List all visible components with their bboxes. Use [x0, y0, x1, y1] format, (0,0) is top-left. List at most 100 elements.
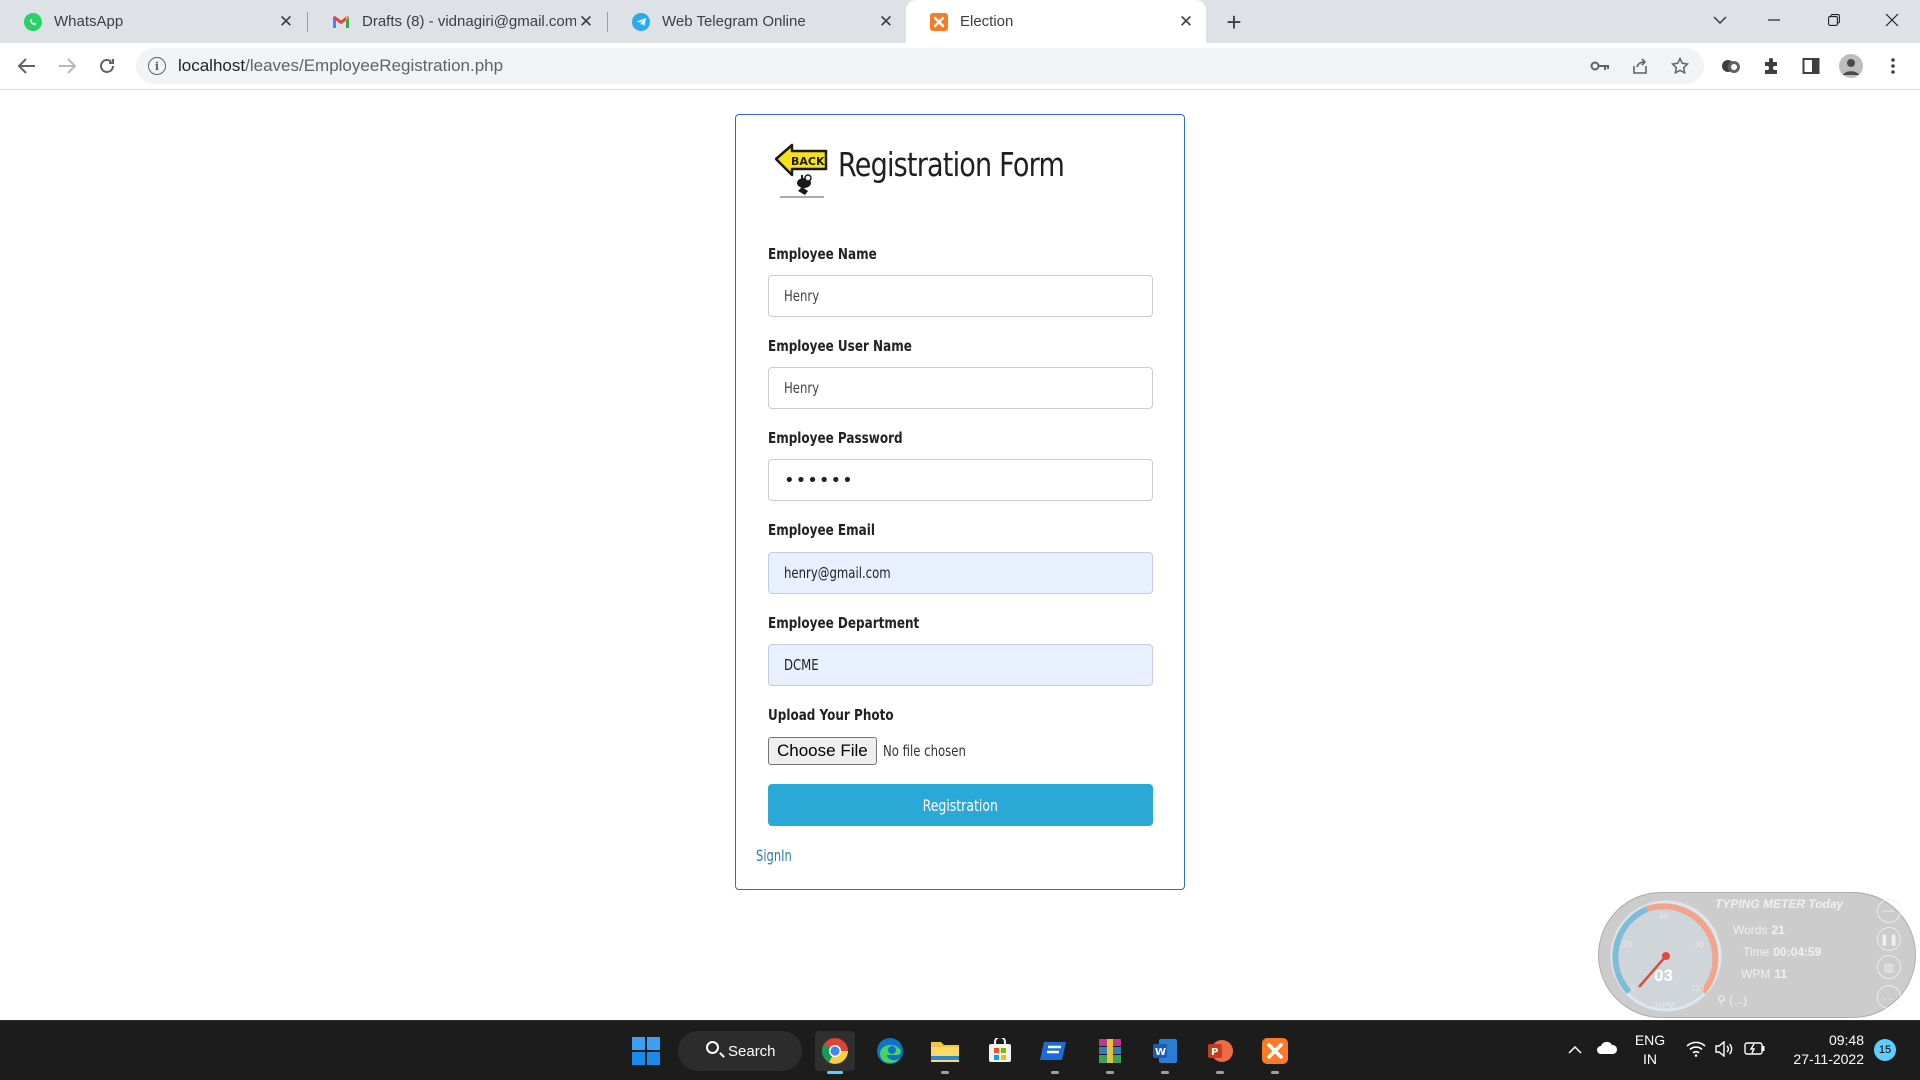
more-icon[interactable]: … [1877, 985, 1901, 1009]
back-logo-text: BACK [791, 155, 825, 168]
gauge-tick: 20 [1623, 940, 1632, 949]
minimize-widget-icon[interactable]: — [1877, 899, 1901, 923]
typing-meter-widget[interactable]: 0 20 40 80 120 03 WPM TYPING METER Today… [1598, 892, 1916, 1018]
employee-email-value: henry@gmail.com [784, 564, 891, 582]
tab-title: Drafts (8) - vidnagiri@gmail.com [362, 13, 576, 30]
side-panel-icon[interactable] [1798, 53, 1824, 79]
time-row: Time 00:04:59 [1743, 945, 1821, 959]
registration-submit-button[interactable]: Registration [768, 784, 1153, 826]
employee-name-input[interactable]: Henry [768, 275, 1153, 317]
running-indicator [1216, 1071, 1224, 1074]
tab-close-icon[interactable]: ✕ [576, 12, 596, 32]
minimize-button[interactable] [1746, 0, 1802, 40]
restore-button[interactable] [1806, 0, 1862, 40]
employee-username-input[interactable]: Henry [768, 367, 1153, 409]
taskbar-search-box[interactable]: Search [678, 1031, 802, 1071]
tab-telegram[interactable]: Web Telegram Online ✕ [608, 0, 906, 43]
microsoft-store-icon[interactable] [980, 1031, 1020, 1071]
typing-meter-search[interactable]: ⚲ (...) [1717, 993, 1747, 1007]
svg-text:P: P [1211, 1047, 1218, 1058]
tab-search-chevron-icon[interactable] [1692, 0, 1748, 40]
windows-start-icon[interactable] [626, 1031, 666, 1071]
typing-meter-title: TYPING METER Today [1715, 897, 1844, 911]
input-language-indicator[interactable]: ENG IN [1632, 1031, 1668, 1069]
employee-username-label: Employee User Name [768, 337, 912, 355]
tab-whatsapp[interactable]: WhatsApp ✕ [0, 0, 306, 43]
gmail-icon [332, 13, 350, 31]
tab-close-icon[interactable]: ✕ [1176, 12, 1196, 32]
photo-file-input: Choose File No file chosen [768, 737, 989, 765]
close-window-button[interactable] [1864, 0, 1920, 40]
url-text[interactable]: localhost/leaves/EmployeeRegistration.ph… [178, 56, 503, 76]
extension-puzzle-dark-icon[interactable] [1718, 53, 1744, 79]
back-sign-logo[interactable]: BACK [772, 137, 830, 199]
telegram-icon [632, 12, 650, 31]
notification-badge[interactable]: 15 [1874, 1039, 1896, 1061]
employee-password-input[interactable]: •••••• [768, 459, 1153, 501]
clock-date: 27-11-2022 [1793, 1051, 1864, 1067]
password-key-icon[interactable] [1588, 54, 1612, 78]
wpm-value: 11 [1774, 967, 1788, 981]
tab-close-icon[interactable]: ✕ [876, 12, 896, 32]
gauge-tick: 0 [1631, 984, 1636, 993]
profile-avatar[interactable] [1838, 53, 1864, 79]
windows-taskbar: Search W P ENG IN 09:48 27-11-2022 [0, 1020, 1920, 1080]
teamviewer-style-icon[interactable] [1035, 1031, 1075, 1074]
registration-form-card: BACK Registration Form Employee Name Hen… [735, 114, 1185, 890]
share-icon[interactable] [1628, 54, 1652, 78]
wifi-icon[interactable] [1686, 1041, 1706, 1062]
employee-department-value: DCME [784, 656, 819, 674]
chrome-taskbar-icon[interactable] [815, 1031, 855, 1074]
choose-file-button[interactable]: Choose File [768, 737, 877, 765]
employee-department-input[interactable]: DCME [768, 644, 1153, 686]
signin-link[interactable]: SignIn [756, 846, 792, 865]
gauge-tick: 120 [1691, 984, 1705, 993]
gauge-tick: 40 [1659, 912, 1668, 921]
words-value: 21 [1771, 923, 1785, 937]
back-arrow-icon[interactable] [12, 51, 42, 81]
tab-title: Web Telegram Online [662, 13, 806, 30]
language-code: ENG [1634, 1032, 1666, 1048]
browser-toolbar: i localhost/leaves/EmployeeRegistration.… [0, 43, 1920, 90]
employee-password-value: •••••• [784, 469, 854, 491]
time-label: Time [1743, 945, 1770, 959]
wpm-gauge: 0 20 40 80 120 03 WPM [1610, 900, 1722, 1012]
forward-arrow-icon[interactable] [52, 51, 82, 81]
time-value: 00:04:59 [1773, 945, 1822, 959]
bookmark-star-icon[interactable] [1668, 54, 1692, 78]
employee-email-input[interactable]: henry@gmail.com [768, 552, 1153, 594]
tab-gmail[interactable]: Drafts (8) - vidnagiri@gmail.com ✕ [308, 0, 606, 43]
battery-charging-icon[interactable] [1744, 1041, 1766, 1060]
running-indicator [827, 1071, 843, 1074]
tab-election[interactable]: Election ✕ [906, 0, 1206, 43]
clock[interactable]: 09:48 27-11-2022 [1774, 1031, 1864, 1069]
tab-close-icon[interactable]: ✕ [276, 12, 296, 32]
new-tab-button[interactable]: + [1220, 7, 1248, 37]
address-bar[interactable]: i localhost/leaves/EmployeeRegistration.… [136, 48, 1704, 84]
onedrive-cloud-icon[interactable] [1596, 1041, 1618, 1060]
reload-icon[interactable] [92, 51, 122, 81]
show-hidden-icons-chevron[interactable] [1568, 1041, 1582, 1059]
xampp-taskbar-icon[interactable] [1255, 1031, 1295, 1074]
running-indicator [1051, 1071, 1059, 1074]
stats-icon[interactable]: ▥ [1877, 955, 1901, 979]
running-indicator [1271, 1071, 1279, 1074]
chrome-menu-icon[interactable] [1880, 53, 1906, 79]
extensions-icon[interactable] [1758, 53, 1784, 79]
edge-taskbar-icon[interactable] [870, 1031, 910, 1071]
word-icon[interactable]: W [1145, 1031, 1185, 1074]
typing-meter-search-text: (...) [1729, 993, 1748, 1007]
employee-email-label: Employee Email [768, 521, 875, 539]
words-row: Words 21 [1733, 923, 1785, 937]
pause-icon[interactable]: ❚❚ [1877, 927, 1901, 951]
powerpoint-icon[interactable]: P [1200, 1031, 1240, 1074]
winrar-icon[interactable] [1090, 1031, 1130, 1074]
running-indicator [941, 1071, 949, 1074]
tab-title: WhatsApp [54, 13, 124, 30]
wpm-label: WPM [1741, 967, 1771, 981]
volume-icon[interactable] [1714, 1040, 1734, 1062]
clock-time: 09:48 [1828, 1032, 1864, 1048]
file-explorer-icon[interactable] [925, 1031, 965, 1074]
gauge-unit: WPM [1655, 1001, 1675, 1010]
site-info-icon[interactable]: i [148, 57, 166, 75]
